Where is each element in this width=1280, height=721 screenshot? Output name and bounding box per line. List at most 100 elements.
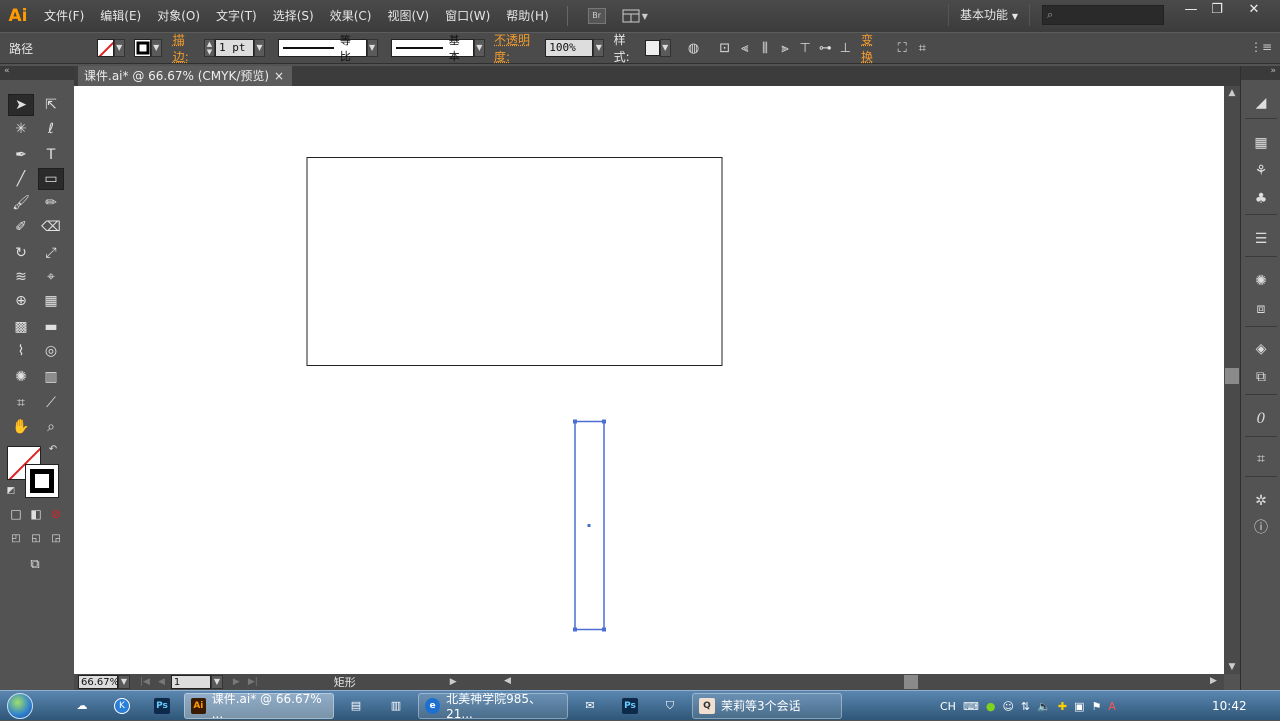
align-to-icon[interactable]: ⊡ [715, 37, 735, 59]
magic-wand-tool-icon[interactable]: ✳ [8, 118, 34, 140]
anchor-point[interactable] [602, 627, 606, 632]
anchor-point[interactable] [602, 419, 606, 424]
acrobat-icon[interactable]: A [1108, 700, 1116, 713]
scroll-left-icon[interactable]: ◀ [504, 676, 511, 686]
character-icon[interactable]: 0 [1250, 408, 1272, 430]
taskbar-browser[interactable]: e 北美神学院985、21... [418, 692, 568, 721]
keyboard-icon[interactable]: ⌨ [963, 700, 979, 713]
width-tool-icon[interactable]: ≋ [8, 266, 34, 288]
artboard-dropdown[interactable]: ▼ [210, 675, 223, 689]
eraser-tool-icon[interactable]: ⌫ [38, 216, 64, 238]
next-artboard-icon[interactable]: ▶ [233, 677, 240, 687]
variable-width-profile[interactable]: 等比 [277, 34, 367, 63]
mesh-tool-icon[interactable]: ▩ [8, 316, 34, 338]
toolbar-collapse-handle[interactable]: « [0, 66, 74, 80]
rectangle-tool-icon[interactable]: ▭ [38, 168, 64, 190]
appearance-icon[interactable]: ✺ [1250, 270, 1272, 292]
draw-normal-icon[interactable]: ◰ [8, 530, 24, 546]
stroke-weight-field[interactable]: 1 pt [215, 39, 254, 57]
stroke-weight-dropdown[interactable]: ▼ [253, 39, 266, 57]
transform-panel-icon[interactable]: ⌗ [1250, 448, 1272, 470]
fill-swatch[interactable] [96, 39, 114, 57]
volume-icon[interactable]: 🔈 [1037, 700, 1051, 713]
arrange-documents-button[interactable]: ▼ [622, 8, 650, 24]
flag-icon[interactable]: ⚑ [1091, 700, 1101, 713]
search-input[interactable]: ⌕ [1042, 5, 1164, 25]
opacity-dropdown[interactable]: ▼ [593, 39, 605, 57]
qq-icon[interactable]: ☺ [1002, 700, 1013, 713]
artboards-icon[interactable]: ⧉ [1250, 366, 1272, 388]
transform-label[interactable]: 变换 [861, 31, 883, 65]
stroke-color-box[interactable] [25, 464, 59, 498]
menu-edit[interactable]: 编辑(E) [92, 0, 149, 32]
artboard-tool-icon[interactable]: ⌗ [8, 392, 34, 414]
envelope-distort-icon[interactable]: ⌗ [912, 37, 932, 59]
pen-tool-icon[interactable]: ✒ [8, 144, 34, 166]
menu-type[interactable]: 文字(T) [208, 0, 265, 32]
bridge-button[interactable]: Br [587, 8, 606, 24]
calculator-icon[interactable]: ▤ [336, 692, 376, 720]
recolor-artwork-icon[interactable]: ◍ [684, 37, 704, 59]
menu-select[interactable]: 选择(S) [265, 0, 322, 32]
horizontal-scrollbar[interactable]: ◀ ▶ [504, 674, 1224, 690]
status-menu-icon[interactable]: ▶ [450, 677, 457, 687]
clock[interactable]: 10:42 [1212, 691, 1247, 721]
menu-file[interactable]: 文件(F) [36, 0, 92, 32]
gradient-mode-icon[interactable]: ◧ [28, 506, 44, 522]
stroke-label[interactable]: 描边: [173, 31, 199, 65]
security-icon[interactable]: ✚ [1058, 700, 1067, 713]
close-window-button[interactable]: ✕ [1238, 0, 1270, 22]
navigator-icon[interactable]: ✲ [1250, 490, 1272, 512]
file-manager-icon[interactable]: ▥ [376, 692, 416, 720]
close-tab-icon[interactable]: × [274, 66, 284, 86]
free-transform-tool-icon[interactable]: ⌖ [38, 266, 64, 288]
align-top-icon[interactable]: ⊤ [795, 37, 815, 59]
mail-icon[interactable]: ✉ [570, 692, 610, 720]
artboard-canvas[interactable] [74, 86, 1224, 674]
scroll-down-icon[interactable]: ▼ [1224, 662, 1240, 672]
align-right-icon[interactable]: ⫸ [775, 37, 795, 59]
stroke-weight-stepper[interactable]: ▲ ▼ [203, 39, 216, 57]
fill-dropdown[interactable]: ▼ [113, 39, 125, 57]
paintbrush-tool-icon[interactable]: 🖌 [8, 192, 34, 214]
ime-indicator[interactable]: CH [940, 700, 956, 713]
column-graph-tool-icon[interactable]: ▥ [38, 366, 64, 388]
lasso-tool-icon[interactable]: ℓ [38, 118, 64, 140]
taskbar-qq[interactable]: Q 茉莉等3个会话 [692, 692, 842, 719]
stroke-dropdown[interactable]: ▼ [150, 39, 162, 57]
color-guide-icon[interactable]: ◢ [1250, 92, 1272, 114]
brush-definition[interactable]: 基本 [390, 34, 474, 63]
zoom-dropdown[interactable]: ▼ [118, 675, 130, 689]
default-colors-icon[interactable]: ◩ [4, 484, 18, 498]
menu-effect[interactable]: 效果(C) [322, 0, 380, 32]
anchor-point[interactable] [573, 627, 577, 632]
document-tab[interactable]: 课件.ai* @ 66.67% (CMYK/预览) × [78, 66, 292, 86]
hand-tool-icon[interactable]: ✋ [8, 416, 34, 438]
slice-tool-icon[interactable]: ⟋ [38, 392, 64, 414]
swatches-icon[interactable]: ▦ [1250, 132, 1272, 154]
scale-tool-icon[interactable]: ⤢ [38, 242, 64, 264]
brush-dropdown[interactable]: ▼ [473, 39, 485, 57]
screen-mode-icon[interactable]: ⧉ [22, 554, 48, 574]
align-bottom-icon[interactable]: ⊥ [835, 37, 855, 59]
line-segment-tool-icon[interactable]: ╱ [8, 168, 34, 190]
opacity-field[interactable]: 100% [545, 39, 594, 57]
draw-behind-icon[interactable]: ◱ [28, 530, 44, 546]
selection-tool-icon[interactable]: ➤ [8, 94, 34, 116]
shape-builder-tool-icon[interactable]: ⊕ [8, 290, 34, 312]
cloud-drive-icon[interactable]: ☁ [62, 692, 102, 720]
align-middle-icon[interactable]: ⊶ [815, 37, 835, 59]
scroll-up-icon[interactable]: ▲ [1224, 88, 1240, 98]
blend-tool-icon[interactable]: ◎ [38, 340, 64, 362]
menu-view[interactable]: 视图(V) [379, 0, 437, 32]
workspace-switcher[interactable]: 基本功能 ▼ [948, 4, 1030, 26]
wechat-icon[interactable]: ● [986, 700, 996, 713]
photoshop-icon-2[interactable]: Ps [610, 692, 650, 720]
prev-artboard-icon[interactable]: ◀ [158, 677, 165, 687]
color-mode-icon[interactable]: □ [8, 506, 24, 522]
align-left-icon[interactable]: ⫷ [735, 37, 755, 59]
dock-expand-handle[interactable]: » [1241, 66, 1280, 80]
opacity-label[interactable]: 不透明度: [494, 31, 542, 65]
brushes-icon[interactable]: ⚘ [1250, 160, 1272, 182]
pencil-tool-icon[interactable]: ✏ [38, 192, 64, 214]
